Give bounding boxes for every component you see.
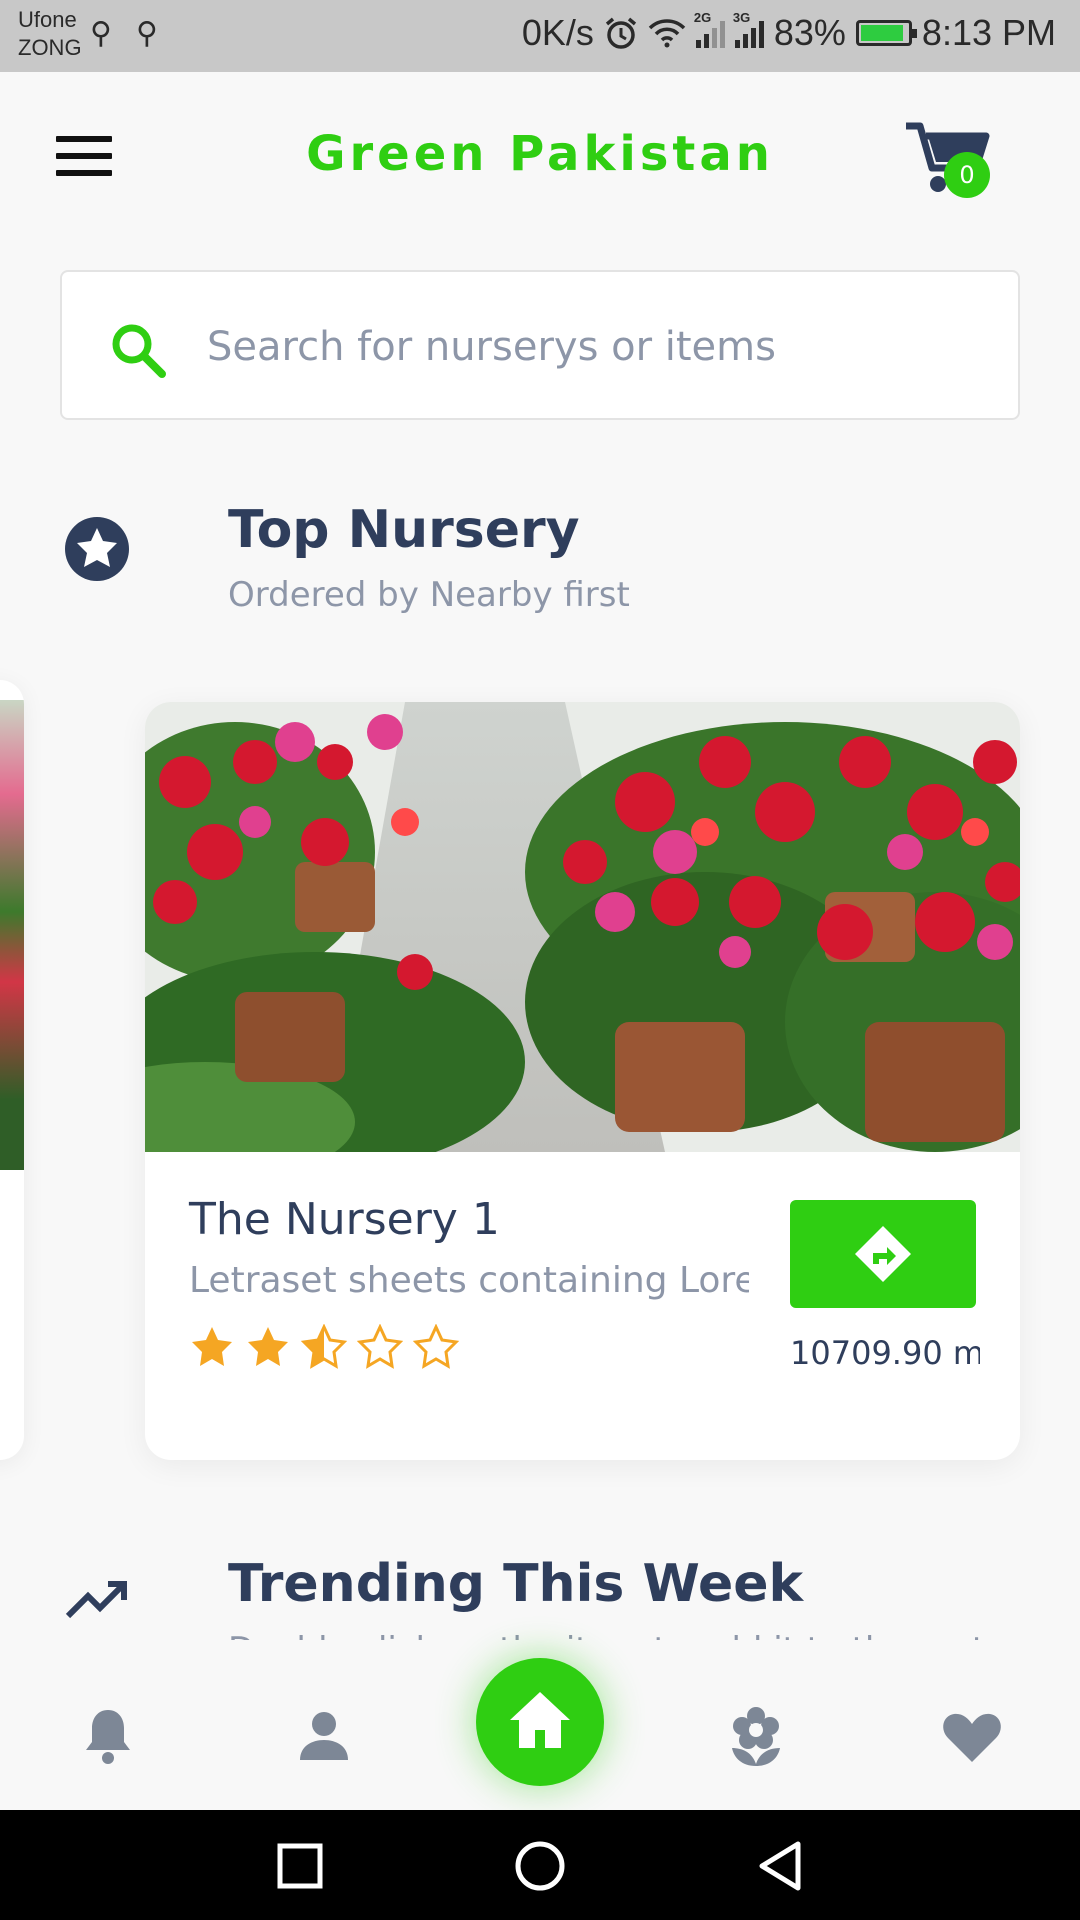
nursery-distance: 10709.90 m (790, 1334, 980, 1372)
search-input[interactable] (207, 312, 997, 382)
status-indicators: 0K/s 2G 3G 83% 8:13 PM (521, 10, 1056, 54)
battery-icon (855, 20, 917, 46)
nursery-image (145, 702, 1020, 1152)
recent-apps-icon[interactable] (272, 1838, 328, 1894)
star-half-icon (301, 1324, 347, 1369)
signal-2g-icon: 2G (694, 10, 725, 48)
search-icon (112, 324, 166, 378)
system-navigation-bar (0, 1810, 1080, 1920)
nursery-image (0, 700, 24, 1170)
back-icon[interactable] (752, 1838, 808, 1894)
bottom-navigation (0, 1640, 1080, 1810)
trending-title: Trending This Week (228, 1554, 804, 1614)
directions-icon (855, 1226, 911, 1282)
home-button[interactable] (476, 1658, 604, 1786)
top-nursery-title: Top Nursery (228, 500, 580, 560)
plants-icon[interactable] (724, 1704, 788, 1768)
search-bar[interactable] (60, 270, 1020, 420)
star-empty-icon (413, 1324, 459, 1369)
usb-icon: ⚲ (136, 16, 158, 51)
cart-badge: 0 (944, 152, 990, 198)
nursery-card[interactable]: The Nursery 1 Letraset sheets containing… (145, 702, 1020, 1460)
profile-icon[interactable] (292, 1704, 356, 1768)
star-badge-icon (65, 517, 129, 581)
signal-3g-icon: 3G (733, 10, 764, 48)
carrier-2: ZONG (18, 35, 82, 60)
nursery-card-previous[interactable] (0, 680, 24, 1460)
trending-subtitle: Double click on the item to add it to th… (228, 1630, 985, 1640)
wifi-icon (648, 19, 686, 48)
notifications-icon[interactable] (76, 1704, 140, 1768)
rating-stars (189, 1324, 459, 1370)
home-system-icon[interactable] (512, 1838, 568, 1894)
nursery-name: The Nursery 1 (189, 1194, 500, 1245)
clock: 8:13 PM (921, 12, 1056, 53)
star-full-icon (192, 1327, 232, 1366)
status-bar: Ufone ZONG ⚲ ⚲ 0K/s 2G 3G 83% 8:13 PM (0, 0, 1080, 72)
net-speed: 0K/s (521, 12, 594, 53)
nursery-description: Letraset sheets containing Lorem Ipsum p… (189, 1260, 749, 1301)
battery-percent: 83% (773, 12, 846, 53)
trending-up-icon (65, 1581, 127, 1619)
usb-icon: ⚲ (90, 16, 112, 51)
alarm-icon (605, 17, 636, 49)
star-empty-icon (357, 1324, 403, 1369)
directions-button[interactable] (790, 1200, 976, 1308)
top-nursery-subtitle: Ordered by Nearby first (228, 575, 630, 615)
home-icon (510, 1692, 570, 1748)
carrier-1: Ufone (18, 7, 77, 32)
favorites-icon[interactable] (940, 1704, 1004, 1768)
star-full-icon (248, 1327, 288, 1366)
carrier-names: Ufone ZONG (18, 6, 82, 62)
